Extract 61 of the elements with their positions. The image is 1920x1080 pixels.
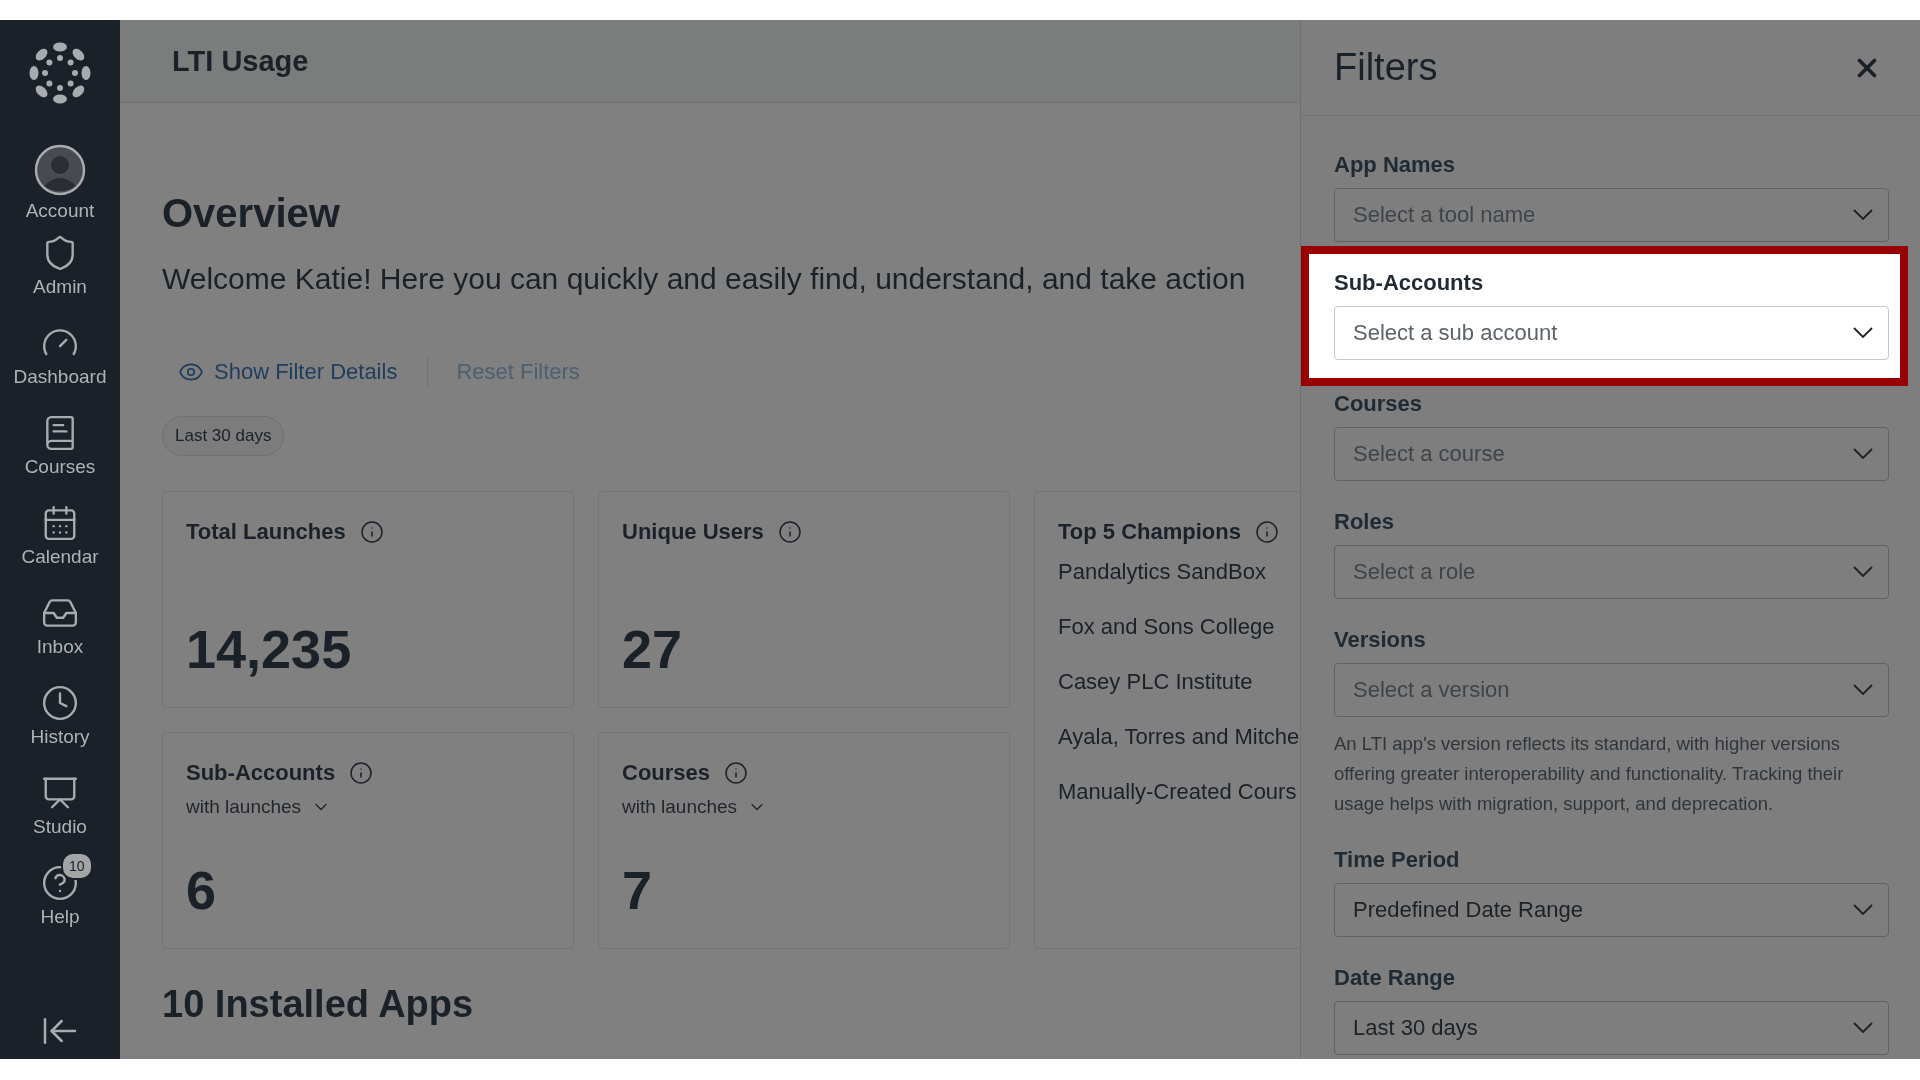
- champion-name: Fox and Sons College: [1058, 614, 1276, 640]
- card-title: Sub-Accounts: [186, 760, 336, 786]
- champion-name: Pandalytics SandBox: [1058, 559, 1267, 585]
- chevron-icon: [1853, 209, 1873, 220]
- nav-item[interactable]: 10 Help: [0, 852, 120, 942]
- page-title: LTI Usage: [172, 44, 309, 78]
- nav-item[interactable]: Admin: [0, 222, 120, 312]
- help-text: An LTI app's version reflects its standard, with higher versions offering greater interoperability and functionality. Tracking their usage helps with migration, support, and deprecation.: [1334, 732, 1845, 816]
- avatar-icon: [34, 144, 86, 196]
- chevron-icon: [1853, 904, 1873, 915]
- champion-name: Casey PLC Institute: [1058, 669, 1254, 695]
- stat-value: 14,235: [186, 618, 353, 680]
- card-title: Total Launches: [186, 519, 346, 545]
- info-icon[interactable]: [359, 520, 384, 544]
- filter-label: Date Range: [1334, 965, 1457, 991]
- chevron-icon: [1853, 1022, 1873, 1033]
- stat-value: 27: [622, 618, 684, 680]
- section-title: Overview: [162, 191, 341, 236]
- metric-dropdown[interactable]: with launches: [622, 796, 768, 818]
- select-field[interactable]: Select a role: [1334, 545, 1889, 599]
- stat-value: 7: [622, 859, 654, 921]
- chevron-icon: [1853, 684, 1873, 695]
- filter-label: Sub-Accounts: [1334, 270, 1485, 296]
- notification-badge: 10: [61, 852, 93, 880]
- filter-label: Versions: [1334, 627, 1427, 653]
- clock-icon: [41, 684, 79, 722]
- select-field[interactable]: Last 30 days: [1334, 1001, 1889, 1055]
- champion-name: Ayala, Torres and Mitche: [1058, 724, 1300, 750]
- info-icon[interactable]: [1254, 520, 1279, 544]
- select-field[interactable]: Select a course: [1334, 427, 1889, 481]
- info-icon[interactable]: [777, 520, 802, 544]
- card-title: Courses: [622, 760, 711, 786]
- nav-item[interactable]: Account: [0, 132, 120, 222]
- card-title: Unique Users: [622, 519, 764, 545]
- nav-item[interactable]: Courses: [0, 402, 120, 492]
- filter-label: Time Period: [1334, 847, 1461, 873]
- section-title: 10 Installed Apps: [162, 983, 475, 1026]
- select-field[interactable]: Predefined Date Range: [1334, 883, 1889, 937]
- logo-icon[interactable]: [29, 42, 91, 104]
- card-title: Top 5 Champions: [1058, 519, 1241, 545]
- chevron-icon: [1853, 327, 1873, 338]
- info-icon[interactable]: [349, 761, 374, 785]
- nav-item[interactable]: Studio: [0, 762, 120, 852]
- info-icon[interactable]: [724, 761, 749, 785]
- champion-name: Manually-Created Cours: [1058, 779, 1298, 805]
- select-field[interactable]: Select a version: [1334, 663, 1889, 717]
- welcome-text: Welcome Katie! Here you can quickly and easily find, understand, and take action: [162, 262, 1247, 296]
- nav-item[interactable]: Inbox: [0, 582, 120, 672]
- stat-value: 6: [186, 859, 218, 921]
- metric-dropdown[interactable]: with launches: [186, 796, 332, 818]
- filter-label: Roles: [1334, 509, 1395, 535]
- chevron-icon: [1853, 566, 1873, 577]
- filter-label: App Names: [1334, 152, 1457, 178]
- filter-chip: Last 30 days: [162, 416, 285, 456]
- chevron-icon: [1853, 448, 1873, 459]
- nav-item[interactable]: Dashboard: [0, 312, 120, 402]
- nav-item[interactable]: Calendar: [0, 492, 120, 582]
- nav-item[interactable]: History: [0, 672, 120, 762]
- filter-label: Courses: [1334, 391, 1424, 417]
- select-field[interactable]: Select a tool name: [1334, 188, 1889, 242]
- panel-title: Filters: [1334, 46, 1438, 89]
